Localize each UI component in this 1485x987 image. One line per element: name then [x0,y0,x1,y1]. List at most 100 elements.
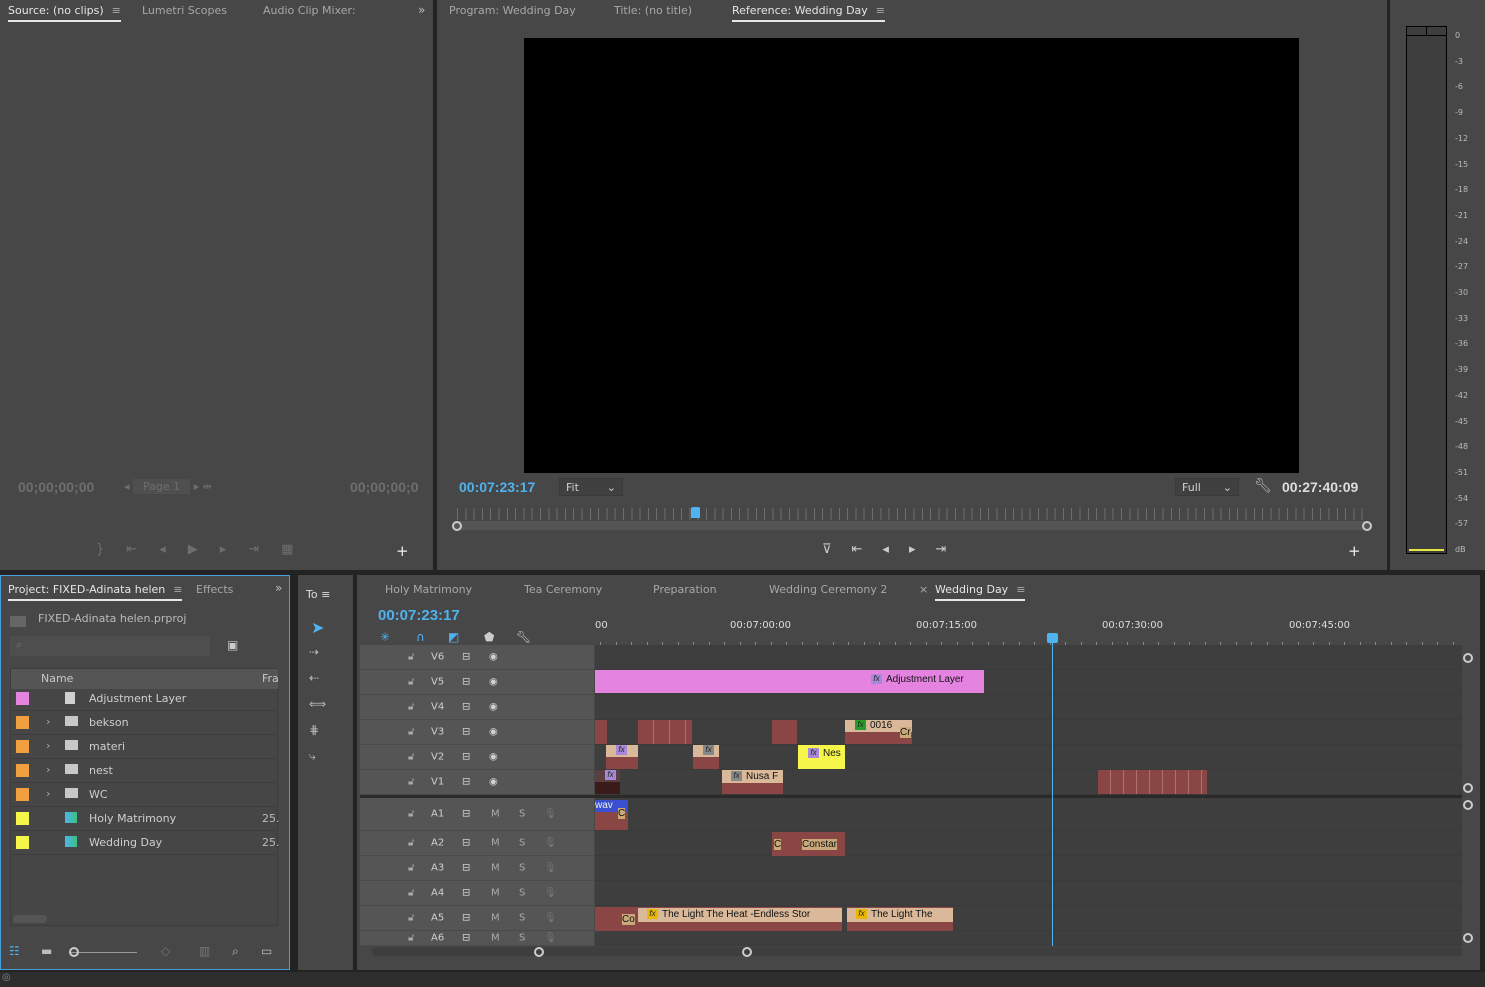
track-name[interactable]: A4 [431,888,444,899]
find-icon[interactable]: ▣ [227,638,238,652]
add-button-icon[interactable]: + [1348,542,1361,560]
clip-music-light-1[interactable]: fx The Light The Heat -Endless Stor [638,907,842,931]
insert-icon[interactable]: ▦ [281,542,315,557]
clip-v2[interactable]: fx [693,745,719,769]
eye-icon[interactable]: ◉ [489,702,498,713]
horizontal-scrollbar[interactable] [13,915,47,923]
track-name[interactable]: V2 [431,752,444,763]
microphone-icon[interactable]: 🎙︎ [544,888,557,899]
sync-lock-icon[interactable]: ⊟ [462,702,470,713]
hscroll-handle-right[interactable] [742,947,752,957]
mute-button[interactable]: M [491,863,500,874]
label-color-swatch[interactable] [16,692,29,705]
project-item[interactable]: Wedding Day 25. [10,831,280,855]
menu-icon[interactable]: ≡ [1016,583,1025,596]
eye-icon[interactable]: ◉ [489,727,498,738]
clip-audio-a5[interactable]: Co [595,907,638,931]
project-item[interactable]: › bekson [10,711,276,735]
scroll-handle-right[interactable] [1362,521,1372,531]
project-item[interactable]: › WC [10,783,276,807]
track-lane[interactable] [595,831,1462,856]
track-lane[interactable] [595,931,1462,946]
track-lane[interactable] [595,745,1462,770]
go-to-out-icon[interactable]: ⇥ [935,542,966,557]
sync-lock-icon[interactable]: ⊟ [462,727,470,738]
track-name[interactable]: A6 [431,933,444,944]
clip-v1[interactable] [1098,770,1207,794]
linked-selection-icon[interactable]: ◩ [448,630,459,644]
solo-button[interactable]: S [519,933,525,944]
label-color-swatch[interactable] [16,812,29,825]
add-marker-icon[interactable]: ⬟ [484,630,494,644]
clip-nested-sequence[interactable]: fx Nes [798,745,845,769]
track-name[interactable]: A1 [431,808,444,819]
track-name[interactable]: A2 [431,838,444,849]
clip-v1[interactable]: fx [595,770,620,794]
track-select-tool-icon[interactable]: ⇢ [309,645,319,659]
step-forward-icon[interactable]: ▸ [909,542,936,557]
add-button-icon[interactable]: + [396,542,409,560]
lock-icon[interactable]: 🔓︎ [408,808,414,819]
project-item[interactable]: › materi [10,735,276,759]
tab-source[interactable]: Source: (no clips) ≡ [8,4,121,22]
sync-lock-icon[interactable]: ⊟ [462,933,470,944]
lock-icon[interactable]: 🔓︎ [408,777,414,788]
clip-audio-constant[interactable]: C Constar [772,832,845,856]
automate-icon[interactable]: ▥ [199,944,210,958]
hscroll-handle-left[interactable] [534,947,544,957]
timeline-tab[interactable]: × Wedding Day ≡ [919,583,1026,601]
scroll-handle-left[interactable] [452,521,462,531]
microphone-icon[interactable]: 🎙︎ [544,838,557,849]
track-name[interactable]: A3 [431,863,444,874]
microphone-icon[interactable]: 🎙︎ [544,933,557,944]
go-to-out-icon[interactable]: ⇥ [248,542,281,557]
project-item[interactable]: › nest [10,759,276,783]
new-bin-icon[interactable]: ▭ [261,944,272,958]
tab-audio-clip-mixer[interactable]: Audio Clip Mixer: [263,4,356,17]
playhead-handle[interactable] [1047,633,1058,643]
tab-title[interactable]: Title: (no title) [614,4,692,17]
microphone-icon[interactable]: 🎙︎ [544,863,557,874]
solo-button[interactable]: S [519,863,525,874]
tab-reference[interactable]: Reference: Wedding Day ≡ [732,4,886,22]
sync-lock-icon[interactable]: ⊟ [462,652,470,663]
clip-adjustment-layer[interactable]: fx Adjustment Layer [595,670,984,693]
scrub-ruler[interactable] [457,508,1367,520]
lock-icon[interactable]: 🔓︎ [408,888,414,899]
sort-icon[interactable]: ◇ [161,944,170,958]
sync-lock-icon[interactable]: ⊟ [462,777,470,788]
track-lane[interactable] [595,856,1462,881]
video-audio-divider[interactable] [360,795,1462,798]
label-color-swatch[interactable] [16,740,29,753]
column-name[interactable]: Name [41,672,73,685]
clip-v2[interactable]: fx [606,745,638,769]
mute-button[interactable]: M [491,913,500,924]
tab-effects[interactable]: Effects [196,583,233,596]
label-color-swatch[interactable] [16,788,29,801]
step-back-icon[interactable]: ◂ [882,542,909,557]
menu-icon[interactable]: ≡ [876,4,885,17]
step-forward-icon[interactable]: ▸ [220,542,249,557]
track-lane[interactable] [595,720,1462,745]
lock-icon[interactable]: 🔓︎ [408,863,414,874]
chevron-right-icon[interactable]: › [46,763,50,776]
sync-lock-icon[interactable]: ⊟ [462,808,470,819]
lock-icon[interactable]: 🔓︎ [408,913,414,924]
clip-audio-wav[interactable]: wav C [595,800,628,830]
search-input[interactable]: ⌕ [10,636,210,656]
chevron-right-icon[interactable]: › [46,715,50,728]
chevron-right-icon[interactable]: › [46,739,50,752]
page-selector[interactable]: ◂ Page 1 ▸ ⇹ [124,479,212,494]
microphone-icon[interactable]: 🎙︎ [544,808,557,819]
go-to-in-icon[interactable]: ⇤ [852,542,883,557]
eye-icon[interactable]: ◉ [489,677,498,688]
lock-icon[interactable]: 🔓︎ [408,677,414,688]
mute-button[interactable]: M [491,808,500,819]
label-color-swatch[interactable] [16,764,29,777]
zoom-slider-handle[interactable] [69,947,79,957]
timeline-tab[interactable]: Preparation [653,583,717,596]
mute-button[interactable]: M [491,838,500,849]
tab-lumetri-scopes[interactable]: Lumetri Scopes [142,4,227,17]
marker-link-icon[interactable]: ⊽ [822,542,852,557]
wrench-icon[interactable]: 🔧︎ [1254,478,1272,494]
